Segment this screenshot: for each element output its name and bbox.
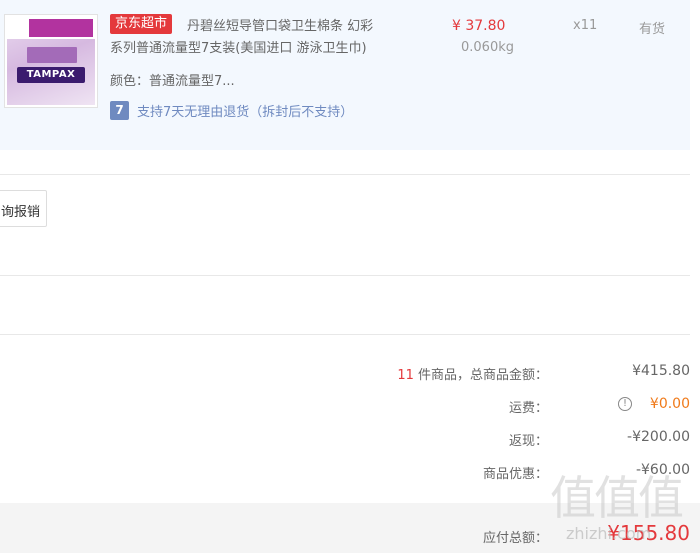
store-badge: 京东超市 [110,14,173,34]
report-expense-button[interactable]: 询报销 [0,190,47,227]
image-package [27,47,77,63]
info-circle-icon[interactable]: ! [618,397,632,411]
shipping-label: 运费： [508,401,548,416]
product-image: TAMPAX [7,17,95,105]
image-brand-logo: TAMPAX [17,67,85,83]
goods-count: 11 [397,368,414,383]
image-promo-tag [29,19,93,37]
report-expense-label: 询报销 [0,205,40,220]
goods-count-label: 11 件商品，总商品金额： [397,368,548,383]
cashback-label: 返现： [508,434,548,449]
goods-total: ¥415.80 [632,363,690,379]
unit-price: ¥ 37.80 [452,18,506,34]
discount-label: 商品优惠： [482,467,548,482]
cashback-value: -¥200.00 [627,429,690,445]
product-title-line1[interactable]: 丹碧丝短导管口袋卫生棉条 幻彩 [187,15,373,34]
watermark-url: zhizhi.com [566,524,652,543]
divider [0,174,690,175]
divider [0,334,690,335]
watermark-logo: 值值值 [550,471,684,525]
seven-day-return-icon: 7 [110,101,129,120]
quantity: x11 [573,18,598,33]
payable-label: 应付总额： [482,531,548,546]
divider [0,275,690,276]
shipping-value: ¥0.00 [649,396,690,412]
unit-weight: 0.060kg [461,40,514,55]
return-policy-link[interactable]: 支持7天无理由退货（拆封后不支持） [137,101,353,120]
product-color: 颜色：普通流量型7... [110,74,235,89]
stock-status: 有货 [639,22,666,37]
product-thumbnail[interactable]: TAMPAX [4,14,98,108]
product-title-line2[interactable]: 系列普通流量型7支装(美国进口 游泳卫生巾) [110,37,367,56]
